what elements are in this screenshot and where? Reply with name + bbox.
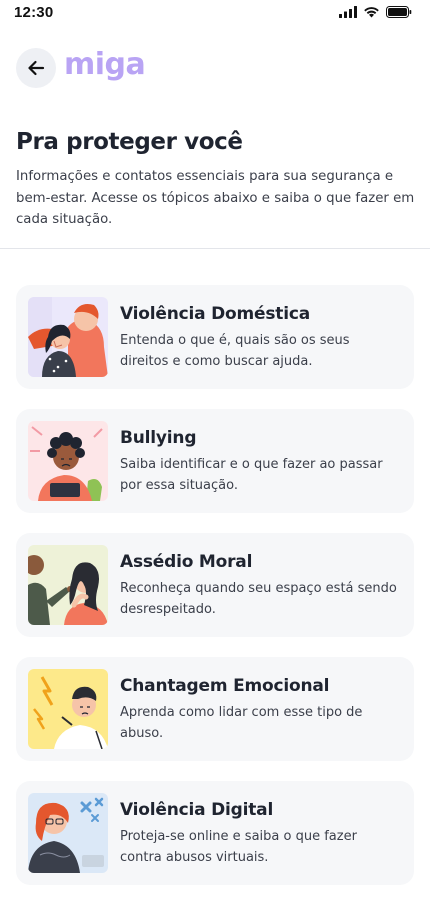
- topic-description: Aprenda como lidar com esse tipo de abus…: [120, 705, 363, 741]
- topic-title: Assédio Moral: [120, 552, 253, 572]
- status-icons: [339, 6, 412, 18]
- status-time: 12:30: [14, 4, 54, 21]
- topic-title: Violência Digital: [120, 800, 274, 820]
- topic-description: Entenda o que é, quais são os seus direi…: [120, 333, 350, 369]
- wifi-icon: [364, 7, 379, 18]
- topic-card-bullying[interactable]: Bullying Saiba identificar e o que fazer…: [16, 409, 414, 513]
- page-title: Pra proteger você: [16, 129, 243, 155]
- arrow-left-icon: [28, 60, 45, 76]
- status-bar: 12:30: [0, 0, 430, 26]
- topic-illustration-violencia-domestica: [28, 297, 108, 377]
- topic-title: Violência Doméstica: [120, 304, 310, 324]
- topic-description: Saiba identificar e o que fazer ao passa…: [120, 457, 383, 493]
- page-subtitle: Informações e contatos essenciais para s…: [16, 169, 415, 227]
- topic-card-violencia-digital[interactable]: Violência Digital Proteja-se online e sa…: [16, 781, 414, 885]
- topic-card-violencia-domestica[interactable]: Violência Doméstica Entenda o que é, qua…: [16, 285, 414, 389]
- topic-illustration-assedio-moral: [28, 545, 108, 625]
- app-logo: miga: [64, 47, 146, 82]
- topic-illustration-bullying: [28, 421, 108, 501]
- app-header: miga: [16, 47, 146, 89]
- topic-description: Proteja-se online e saiba o que fazer co…: [120, 829, 357, 865]
- topic-card-chantagem-emocional[interactable]: Chantagem Emocional Aprenda como lidar c…: [16, 657, 414, 761]
- battery-icon: [386, 6, 412, 18]
- divider: [0, 248, 430, 249]
- topic-card-assedio-moral[interactable]: Assédio Moral Reconheça quando seu espaç…: [16, 533, 414, 637]
- topic-illustration-violencia-digital: [28, 793, 108, 873]
- topic-list: Violência Doméstica Entenda o que é, qua…: [16, 285, 414, 905]
- topic-description: Reconheça quando seu espaço está sendo d…: [120, 581, 397, 617]
- topic-title: Bullying: [120, 428, 197, 448]
- back-button[interactable]: [16, 48, 56, 88]
- topic-title: Chantagem Emocional: [120, 676, 330, 696]
- signal-icon: [339, 6, 357, 18]
- topic-illustration-chantagem-emocional: [28, 669, 108, 749]
